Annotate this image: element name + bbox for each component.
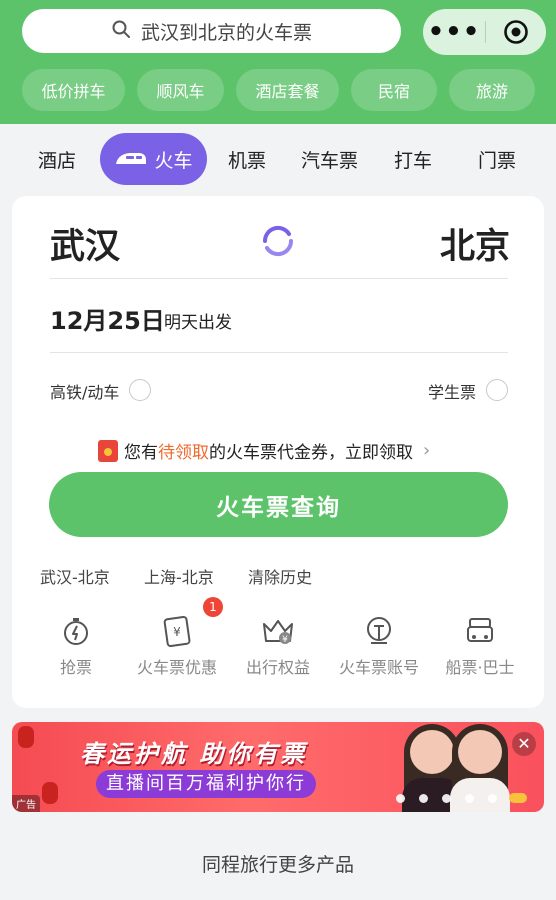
carousel-dot[interactable] — [488, 794, 497, 803]
tab-ticket[interactable]: 门票 — [478, 146, 516, 173]
divider — [50, 278, 508, 279]
from-city[interactable]: 武汉 — [50, 218, 120, 269]
close-banner-button[interactable]: ✕ — [512, 732, 536, 756]
tab-flight[interactable]: 机票 — [228, 146, 266, 173]
service-label: 火车票账号 — [338, 658, 419, 677]
tab-train[interactable]: 火车 — [100, 133, 207, 185]
carousel-dot[interactable] — [442, 794, 451, 803]
promo-banner[interactable]: 春运护航 助你有票 直播间百万福利护你行 ✕ 广告 — [12, 722, 544, 812]
quick-link-travel[interactable]: 旅游 — [449, 69, 535, 111]
carousel-dot[interactable] — [396, 794, 405, 803]
category-tabs: 酒店 火车 机票 汽车票 打车 门票 — [0, 124, 556, 196]
presenter-dress — [450, 778, 510, 812]
presenter-face — [458, 730, 502, 774]
departure-date-note: 明天出发 — [164, 313, 232, 333]
search-icon — [111, 19, 131, 43]
svg-text:¥: ¥ — [173, 625, 181, 639]
target-icon — [504, 20, 528, 44]
coupon-prefix: 您有 — [124, 443, 158, 463]
highspeed-checkbox[interactable] — [129, 379, 151, 401]
bus-icon — [467, 618, 493, 642]
service-label: 抢票 — [59, 658, 92, 677]
history-item[interactable]: 武汉-北京 — [40, 564, 110, 588]
top-header: 武汉到北京的火车票 ••• 低价拼车 顺风车 酒店套餐 民宿 旅游 — [0, 0, 556, 124]
booking-card: 武汉 北京 12月25日 明天出发 高铁/动车 学生票 您有待领取的火车票代金券… — [12, 196, 544, 708]
service-label: 火车票优惠 — [136, 658, 217, 677]
student-checkbox[interactable] — [486, 379, 508, 401]
service-label: 出行权益 — [245, 658, 310, 677]
coupon-highlight: 待领取 — [158, 443, 209, 463]
railway-logo-icon — [367, 617, 391, 644]
search-bar[interactable]: 武汉到北京的火车票 — [22, 9, 401, 53]
carousel-dot[interactable] — [465, 794, 474, 803]
notification-badge: 1 — [203, 597, 223, 617]
train-query-button[interactable]: 火车票查询 — [49, 472, 508, 537]
coupon-suffix: 的火车票代金券，立即领取 — [209, 443, 413, 463]
swap-cities-button[interactable] — [257, 220, 299, 262]
svg-text:¥: ¥ — [282, 635, 288, 645]
presenter-face — [410, 730, 454, 774]
carousel-dot-active[interactable] — [509, 793, 527, 803]
more-menu-button[interactable]: ••• — [423, 9, 485, 55]
service-train-discount[interactable]: ¥ 火车票优惠 — [122, 614, 232, 678]
departure-date[interactable]: 12月25日 — [50, 301, 165, 336]
quick-link-hotel-package[interactable]: 酒店套餐 — [236, 69, 339, 111]
service-travel-rights[interactable]: ¥ 出行权益 — [223, 614, 333, 678]
crown-icon: ¥ — [263, 620, 293, 645]
service-train-account[interactable]: 火车票账号 — [324, 614, 434, 678]
quick-link-rideshare[interactable]: 顺风车 — [137, 69, 224, 111]
banner-subtitle: 直播间百万福利护你行 — [96, 770, 316, 798]
ad-label: 广告 — [12, 795, 40, 812]
train-icon — [116, 153, 147, 164]
tab-train-label: 火车 — [154, 149, 193, 172]
swap-icon — [262, 225, 294, 257]
student-option-label: 学生票 — [428, 383, 477, 402]
tab-hotel[interactable]: 酒店 — [38, 146, 76, 173]
service-grab-ticket[interactable]: 抢票 — [21, 614, 131, 678]
history-item[interactable]: 上海-北京 — [144, 564, 214, 588]
stopwatch-icon — [64, 618, 88, 645]
carousel-dot[interactable] — [419, 794, 428, 803]
highspeed-option-label: 高铁/动车 — [50, 383, 120, 402]
more-products-heading: 同程旅行更多产品 — [201, 854, 354, 876]
tab-bus[interactable]: 汽车票 — [301, 146, 358, 173]
service-ship-bus[interactable]: 船票·巴士 — [425, 614, 535, 678]
search-text: 武汉到北京的火车票 — [140, 21, 312, 44]
divider — [50, 352, 508, 353]
coupon-notice[interactable]: 您有待领取的火车票代金券，立即领取 › — [98, 438, 430, 463]
lantern-icon — [18, 726, 34, 748]
chevron-right-icon: › — [423, 440, 431, 461]
close-miniprogram-button[interactable] — [486, 19, 546, 45]
clear-history-button[interactable]: 清除历史 — [248, 564, 312, 588]
banner-title: 春运护航 助你有票 — [80, 740, 308, 768]
lantern-icon — [42, 782, 58, 804]
miniprogram-capsule: ••• — [423, 9, 546, 55]
quick-link-carpool[interactable]: 低价拼车 — [22, 69, 125, 111]
to-city[interactable]: 北京 — [440, 218, 510, 269]
quick-link-homestay[interactable]: 民宿 — [351, 69, 437, 111]
ticket-coupon-icon: ¥ — [163, 615, 191, 647]
service-label: 船票·巴士 — [445, 658, 515, 677]
tab-taxi[interactable]: 打车 — [394, 146, 432, 173]
red-envelope-icon — [98, 439, 118, 462]
